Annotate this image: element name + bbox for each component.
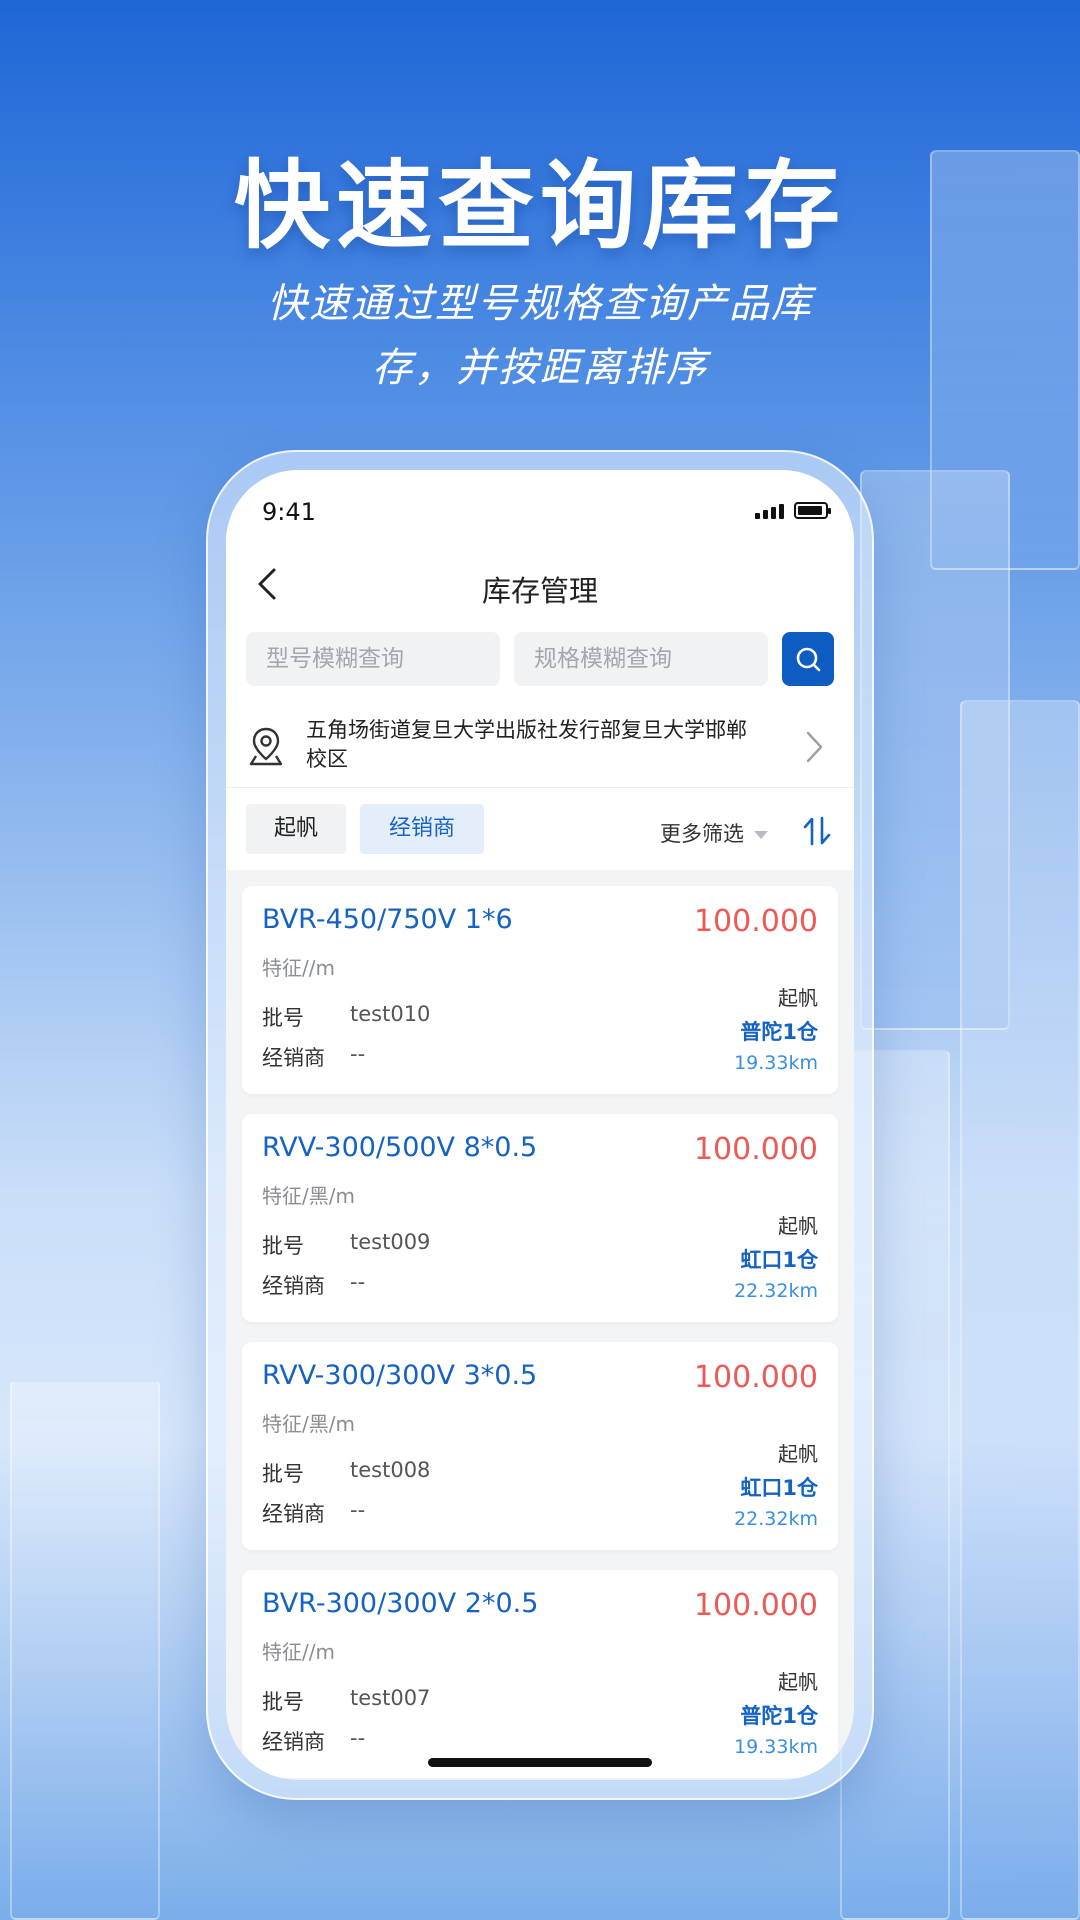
more-filters-button[interactable]: 更多筛选 [660, 818, 768, 848]
dealer-value: -- [350, 1270, 366, 1294]
batch-value: test010 [350, 1002, 431, 1026]
batch-value: test009 [350, 1230, 431, 1254]
item-warehouse: 虹口1仓 [740, 1476, 818, 1500]
item-distance: 19.33km [734, 1052, 818, 1074]
address-row[interactable]: 五角场街道复旦大学出版社发行部复旦大学邯郸校区 [226, 700, 854, 788]
filter-bar: 起帆 经销商 更多筛选 [226, 788, 854, 870]
promo-subline: 快速通过型号规格查询产品库存，并按距离排序 [267, 281, 813, 391]
item-warehouse: 普陀1仓 [740, 1020, 818, 1044]
batch-value: test008 [350, 1458, 431, 1482]
header-area: 9:41 库存管理 五角场街道复旦大学出版社发行部复旦大学邯郸校区 [226, 470, 854, 870]
item-model: BVR-450/750V 1*6 [262, 904, 513, 935]
item-quantity: 100.000 [693, 1132, 818, 1167]
filter-chip-dealer[interactable]: 经销商 [360, 804, 484, 854]
inventory-list: BVR-450/750V 1*6 100.000 特征//m 批号 test01… [226, 870, 854, 1778]
dealer-value: -- [350, 1498, 366, 1522]
item-model: RVV-300/500V 8*0.5 [262, 1132, 538, 1163]
caret-down-icon [754, 831, 768, 839]
item-brand: 起帆 [778, 1442, 818, 1466]
dealer-label: 经销商 [262, 1502, 325, 1526]
battery-icon [794, 502, 831, 519]
home-indicator [428, 1758, 652, 1767]
signal-icon [755, 504, 784, 519]
search-button[interactable] [782, 632, 834, 686]
spec-search-input[interactable] [514, 632, 768, 686]
decor-cube [960, 700, 1080, 1920]
inventory-card[interactable]: RVV-300/300V 3*0.5 100.000 特征/黑/m 批号 tes… [242, 1342, 838, 1550]
item-feature: 特征/黑/m [262, 1184, 355, 1208]
item-model: RVV-300/300V 3*0.5 [262, 1360, 538, 1391]
inventory-card[interactable]: BVR-300/300V 2*0.5 100.000 特征//m 批号 test… [242, 1570, 838, 1778]
chevron-right-icon [804, 730, 824, 768]
item-feature: 特征/黑/m [262, 1412, 355, 1436]
promo-headline: 快速查询库存 [234, 150, 846, 262]
decor-cube [10, 1380, 160, 1920]
model-search-input[interactable] [246, 632, 500, 686]
batch-label: 批号 [262, 1462, 304, 1486]
dealer-label: 经销商 [262, 1046, 325, 1070]
filter-chip-brand[interactable]: 起帆 [246, 804, 346, 854]
dealer-value: -- [350, 1726, 366, 1750]
phone-screen: 9:41 库存管理 五角场街道复旦大学出版社发行部复旦大学邯郸校区 [226, 470, 854, 1780]
inventory-card[interactable]: BVR-450/750V 1*6 100.000 特征//m 批号 test01… [242, 886, 838, 1094]
page-title: 库存管理 [481, 574, 598, 608]
batch-label: 批号 [262, 1690, 304, 1714]
batch-label: 批号 [262, 1234, 304, 1258]
item-quantity: 100.000 [693, 904, 818, 939]
item-feature: 特征//m [262, 956, 335, 980]
item-warehouse: 虹口1仓 [740, 1248, 818, 1272]
item-distance: 22.32km [734, 1508, 818, 1530]
item-model: BVR-300/300V 2*0.5 [262, 1588, 539, 1619]
dealer-label: 经销商 [262, 1730, 325, 1754]
search-row [226, 620, 854, 700]
more-filters-label: 更多筛选 [660, 822, 744, 846]
item-distance: 22.32km [734, 1280, 818, 1302]
item-feature: 特征//m [262, 1640, 335, 1664]
item-quantity: 100.000 [693, 1360, 818, 1395]
item-brand: 起帆 [778, 1214, 818, 1238]
location-pin-icon [248, 726, 284, 770]
sort-icon[interactable] [800, 814, 834, 852]
nav-bar: 库存管理 [226, 550, 854, 620]
item-brand: 起帆 [778, 1670, 818, 1694]
status-time: 9:41 [262, 498, 316, 526]
dealer-label: 经销商 [262, 1274, 325, 1298]
batch-value: test007 [350, 1686, 431, 1710]
item-distance: 19.33km [734, 1736, 818, 1758]
search-icon [796, 647, 821, 672]
item-quantity: 100.000 [693, 1588, 818, 1623]
inventory-card[interactable]: RVV-300/500V 8*0.5 100.000 特征/黑/m 批号 tes… [242, 1114, 838, 1322]
batch-label: 批号 [262, 1006, 304, 1030]
status-bar: 9:41 [226, 470, 854, 550]
address-text: 五角场街道复旦大学出版社发行部复旦大学邯郸校区 [306, 718, 747, 771]
item-brand: 起帆 [778, 986, 818, 1010]
dealer-value: -- [350, 1042, 366, 1066]
item-warehouse: 普陀1仓 [740, 1704, 818, 1728]
